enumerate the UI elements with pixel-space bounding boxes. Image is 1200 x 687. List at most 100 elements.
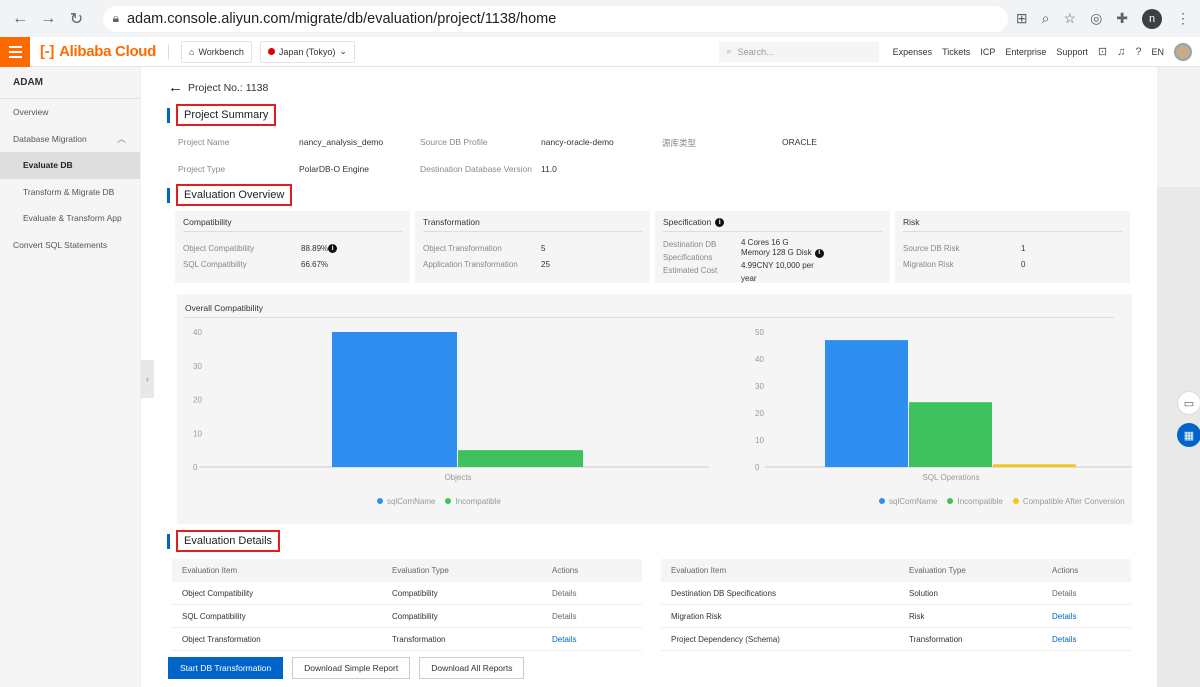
details-link[interactable]: Details bbox=[542, 589, 642, 598]
bar-sqlcomname bbox=[332, 332, 457, 467]
section-marker bbox=[167, 107, 170, 123]
search-input[interactable]: ⌕ Search... bbox=[718, 41, 879, 62]
legend-item[interactable]: sqlComName bbox=[377, 497, 435, 506]
details-link[interactable]: Details bbox=[542, 612, 642, 621]
bell-icon[interactable]: ♫ bbox=[1117, 46, 1125, 58]
card-title: Transformation bbox=[423, 217, 642, 232]
user-avatar[interactable] bbox=[1174, 42, 1192, 61]
icp-link[interactable]: ICP bbox=[980, 47, 995, 57]
address-bar[interactable]: 🔒︎ adam.console.aliyun.com/migrate/db/ev… bbox=[102, 5, 1008, 32]
info-icon[interactable]: i bbox=[814, 248, 824, 258]
y-tick-label: 40 bbox=[755, 355, 764, 364]
alibaba-cloud-logo[interactable]: [-] Alibaba Cloud bbox=[40, 43, 156, 60]
kebab-menu-icon[interactable]: ⋮ bbox=[1176, 10, 1190, 27]
compatibility-charts: 40 30 20 10 0 Objects 50 40 30 20 10 0 SQL Operation… bbox=[193, 328, 1132, 482]
evaluation-type: Transformation bbox=[909, 634, 963, 644]
back-arrow-icon[interactable]: ← bbox=[10, 10, 30, 28]
back-arrow-icon[interactable]: ← bbox=[168, 79, 183, 96]
compatibility-card: Compatibility Object Compatibility 88.89%… bbox=[175, 211, 410, 283]
tickets-link[interactable]: Tickets bbox=[942, 47, 970, 57]
section-title: Evaluation Details bbox=[176, 530, 281, 552]
bar-incompatible bbox=[909, 402, 992, 467]
scrollbar[interactable] bbox=[1157, 67, 1200, 687]
translate-icon[interactable]: ⊞ bbox=[1016, 10, 1028, 27]
hamburger-menu-icon[interactable] bbox=[0, 36, 30, 67]
reload-icon[interactable]: ↻ bbox=[66, 9, 86, 29]
legend-item[interactable]: Incompatible bbox=[445, 497, 501, 506]
profile-avatar[interactable]: n bbox=[1142, 8, 1163, 29]
details-table-right: Evaluation Item Evaluation Type Actions … bbox=[661, 559, 1131, 651]
browser-toolbar: ← → ↻ 🔒︎ adam.console.aliyun.com/migrate… bbox=[0, 0, 1200, 37]
feedback-icon[interactable]: ▭ bbox=[1177, 391, 1200, 415]
page-header: ← Project No.: 1138 bbox=[168, 79, 268, 96]
source-profile-value: nancy-oracle-demo bbox=[541, 137, 614, 147]
bookmark-star-icon[interactable]: ☆ bbox=[1064, 10, 1077, 27]
enterprise-link[interactable]: Enterprise bbox=[1005, 47, 1046, 57]
column-header: Evaluation Item bbox=[671, 566, 727, 575]
legend-item[interactable]: Compatible After Conversion bbox=[1012, 497, 1125, 506]
source-type-value: ORACLE bbox=[782, 137, 817, 147]
language-switch[interactable]: EN bbox=[1151, 47, 1164, 57]
evaluation-type: Compatibility bbox=[392, 588, 438, 598]
details-link[interactable]: Details bbox=[1042, 589, 1131, 598]
legend-item[interactable]: Incompatible bbox=[947, 497, 1003, 506]
app-transform-value: 25 bbox=[541, 259, 550, 269]
details-link[interactable]: Details bbox=[1042, 635, 1131, 644]
sidebar-item-evaluate-db[interactable]: Evaluate DB bbox=[0, 152, 140, 179]
home-icon: ⌂ bbox=[189, 46, 195, 57]
x-category-label: SQL Operations bbox=[922, 473, 979, 482]
y-tick-label: 20 bbox=[755, 409, 764, 418]
sidebar-item-transform-migrate-db[interactable]: Transform & Migrate DB bbox=[0, 179, 140, 206]
help-icon[interactable]: ? bbox=[1135, 46, 1141, 58]
start-db-transformation-button[interactable]: Start DB Transformation bbox=[168, 657, 284, 679]
browser-actions: ⊞ ⌕ ☆ ◎ ✚ n ⋮ bbox=[1016, 8, 1190, 29]
forward-arrow-icon[interactable]: → bbox=[38, 10, 58, 28]
cost-value-1: 4.99CNY 10,000 per bbox=[741, 261, 814, 270]
terminal-icon[interactable]: ⊡ bbox=[1098, 45, 1107, 58]
puzzle-icon[interactable]: ✚ bbox=[1116, 10, 1128, 27]
y-tick-label: 30 bbox=[755, 382, 764, 391]
workbench-button[interactable]: ⌂ Workbench bbox=[181, 40, 252, 63]
sidebar-item-convert-sql[interactable]: Convert SQL Statements bbox=[0, 232, 140, 259]
region-selector[interactable]: Japan (Tokyo) ⌄ bbox=[259, 40, 355, 63]
section-marker bbox=[167, 187, 170, 203]
download-all-reports-button[interactable]: Download All Reports bbox=[419, 657, 525, 679]
y-tick-label: 10 bbox=[755, 436, 764, 445]
y-tick-label: 10 bbox=[193, 429, 202, 438]
evaluation-item: Object Compatibility bbox=[182, 588, 254, 598]
legend-dot-icon bbox=[1012, 498, 1019, 504]
info-icon[interactable]: i bbox=[715, 217, 725, 227]
details-link[interactable]: Details bbox=[1042, 612, 1131, 621]
zoom-icon[interactable]: ⌕ bbox=[1042, 10, 1050, 27]
legend-label: sqlComName bbox=[387, 497, 436, 506]
sidebar-collapse-handle[interactable]: ‹ bbox=[141, 360, 154, 398]
info-icon[interactable]: i bbox=[328, 243, 338, 253]
search-icon: ⌕ bbox=[726, 46, 732, 56]
dest-version-value: 11.0 bbox=[541, 164, 557, 174]
console-topbar: [-] Alibaba Cloud ⌂ Workbench Japan (Tok… bbox=[0, 36, 1200, 67]
brand-name: Alibaba Cloud bbox=[59, 43, 157, 60]
sidebar-item-evaluate-transform-app[interactable]: Evaluate & Transform App bbox=[0, 205, 140, 232]
source-profile-label: Source DB Profile bbox=[420, 137, 488, 147]
app-grid-icon[interactable]: ▦ bbox=[1177, 423, 1200, 447]
evaluation-type: Risk bbox=[909, 611, 925, 621]
expenses-link[interactable]: Expenses bbox=[893, 47, 933, 57]
table-header: Evaluation Item Evaluation Type Actions bbox=[661, 559, 1131, 582]
sidebar-item-database-migration[interactable]: Database Migration ︿ bbox=[0, 126, 140, 153]
dest-version-label: Destination Database Version bbox=[420, 164, 532, 174]
y-tick-label: 40 bbox=[193, 328, 202, 337]
evaluation-type: Solution bbox=[909, 588, 938, 598]
sidebar-item-label: Database Migration bbox=[13, 133, 87, 144]
bar-incompatible bbox=[458, 450, 583, 467]
download-simple-report-button[interactable]: Download Simple Report bbox=[292, 657, 411, 679]
migration-risk-value: 0 bbox=[1021, 259, 1026, 269]
object-compat-value: 88.89% bbox=[301, 243, 329, 253]
details-link[interactable]: Details bbox=[542, 635, 642, 644]
sidebar-item-overview[interactable]: Overview bbox=[0, 99, 140, 126]
legend-item[interactable]: sqlComName bbox=[879, 497, 937, 506]
support-link[interactable]: Support bbox=[1056, 47, 1088, 57]
evaluation-overview-heading: Evaluation Overview bbox=[167, 184, 293, 206]
evaluation-type: Transformation bbox=[392, 634, 446, 644]
extension-icon[interactable]: ◎ bbox=[1090, 10, 1102, 27]
source-type-label: 源库类型 bbox=[662, 138, 697, 148]
